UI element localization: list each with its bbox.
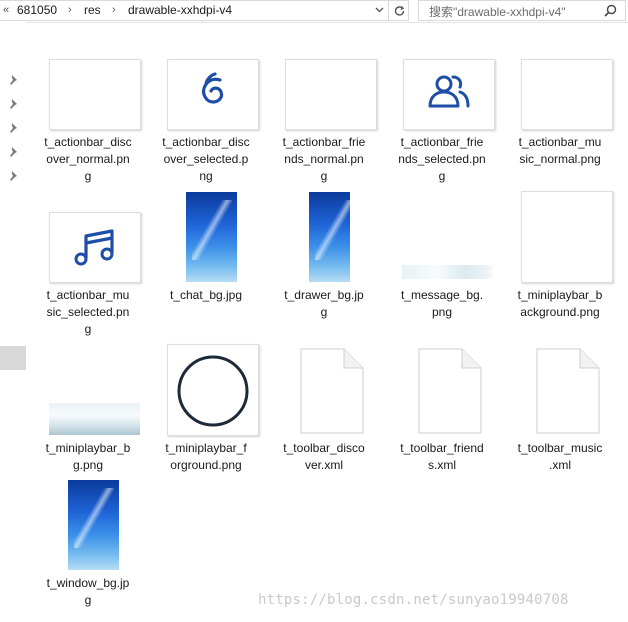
- pin-icon[interactable]: [9, 146, 19, 157]
- image-strip-thumbnail: [49, 403, 140, 435]
- file-name: t_toolbar_disco ver.xml: [283, 441, 365, 472]
- pin-icon[interactable]: [9, 170, 19, 181]
- navigation-pane: [0, 22, 26, 622]
- document-icon: [418, 348, 482, 434]
- file-name: t_window_bg.jp g: [46, 576, 130, 607]
- search-placeholder: 搜索"drawable-xxhdpi-v4": [429, 5, 566, 19]
- file-name: t_toolbar_friend s.xml: [400, 441, 484, 472]
- chevron-right-icon[interactable]: ›: [112, 1, 116, 20]
- thumbnail-frame: [167, 59, 259, 130]
- nav-selection-indicator[interactable]: [0, 346, 26, 370]
- file-name: t_actionbar_mu sic_selected.pn g: [46, 288, 130, 336]
- breadcrumb-item[interactable]: 681050: [17, 1, 57, 20]
- discover-icon: [201, 72, 224, 104]
- thumbnail-frame: [49, 212, 141, 283]
- file-name: t_actionbar_mu sic_normal.png: [518, 135, 602, 166]
- search-icon[interactable]: [604, 4, 617, 17]
- chevron-right-icon[interactable]: ›: [68, 1, 72, 20]
- thumbnail-frame: [167, 344, 259, 436]
- breadcrumb-item[interactable]: res: [84, 1, 101, 20]
- blank-image-thumbnail: [521, 191, 613, 283]
- breadcrumb-item[interactable]: drawable-xxhdpi-v4: [128, 1, 232, 20]
- photo-thumbnail: [309, 192, 355, 282]
- friends-icon: [428, 75, 470, 108]
- search-input[interactable]: 搜索"drawable-xxhdpi-v4": [418, 0, 626, 21]
- document-icon: [536, 348, 600, 434]
- address-bar: « 681050 › res › drawable-xxhdpi-v4 搜索"d…: [0, 0, 628, 23]
- blank-image-thumbnail: [521, 59, 613, 130]
- file-name: t_actionbar_disc over_selected.p ng: [162, 135, 250, 183]
- watermark-url: https://blog.csdn.net/sunyao19940708: [258, 592, 569, 608]
- file-name: t_drawer_bg.jp g: [284, 288, 364, 319]
- image-strip-thumbnail: [402, 265, 492, 279]
- chevron-down-icon[interactable]: [375, 7, 384, 13]
- file-name: t_message_bg. png: [400, 288, 484, 319]
- ring-icon: [177, 355, 249, 427]
- refresh-button[interactable]: [389, 0, 409, 21]
- file-name: t_actionbar_frie nds_normal.pn g: [282, 135, 366, 183]
- file-name: t_actionbar_frie nds_selected.pn g: [398, 135, 486, 183]
- file-name: t_chat_bg.jpg: [169, 288, 243, 302]
- photo-thumbnail: [186, 192, 237, 282]
- blank-image-thumbnail: [285, 59, 377, 130]
- overflow-chevron-icon[interactable]: «: [3, 1, 9, 20]
- file-name: t_miniplaybar_b g.png: [45, 441, 131, 472]
- refresh-icon: [394, 5, 405, 16]
- photo-thumbnail: [68, 480, 119, 570]
- breadcrumb[interactable]: « 681050 › res › drawable-xxhdpi-v4: [0, 0, 389, 21]
- file-name: t_miniplaybar_b ackground.png: [517, 288, 603, 319]
- blank-image-thumbnail: [49, 59, 141, 130]
- pin-icon[interactable]: [9, 74, 19, 85]
- file-name: t_miniplaybar_f orground.png: [165, 441, 247, 472]
- thumbnail-frame: [403, 59, 495, 130]
- file-name: t_toolbar_music .xml: [517, 441, 603, 472]
- document-icon: [300, 348, 364, 434]
- pin-icon[interactable]: [9, 122, 19, 133]
- file-name: t_actionbar_disc over_normal.pn g: [44, 135, 132, 183]
- music-note-icon: [74, 229, 114, 266]
- pin-icon[interactable]: [9, 98, 19, 109]
